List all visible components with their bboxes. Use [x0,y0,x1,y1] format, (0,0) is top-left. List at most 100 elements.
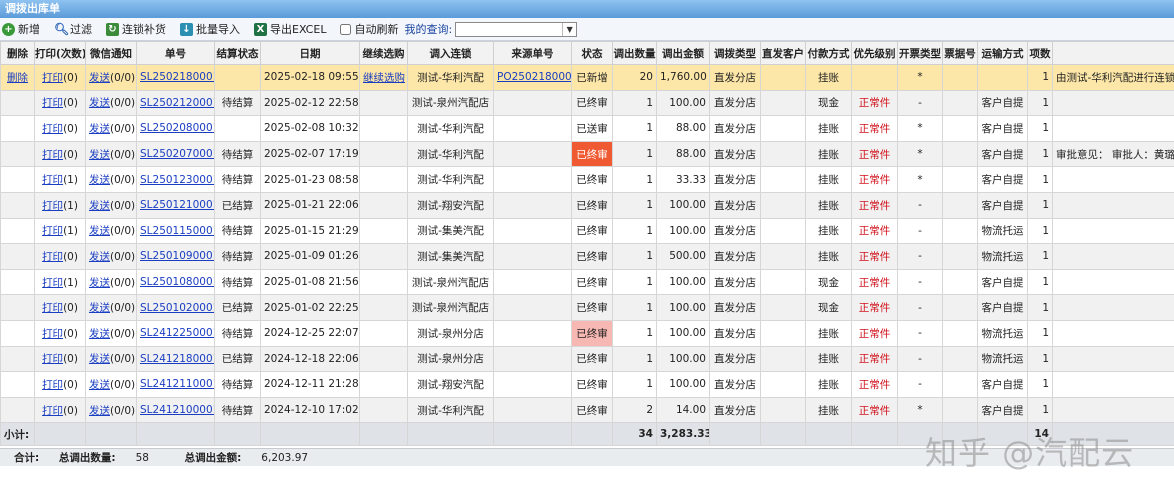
column-header[interactable]: 调出金额 [656,41,710,65]
column-header[interactable]: 打印(次数) [34,41,86,65]
order-no-link[interactable]: SL2502180001 [140,71,214,83]
wechat-send-link[interactable]: 发送 [89,328,110,340]
order-no-link[interactable]: SL2412110001 [140,378,214,390]
table-row[interactable]: 打印(0) 发送(0/0) SL2502070001 待结算 2025-02-07 17… [0,140,1174,168]
note-cell [1052,345,1174,373]
wechat-send-link[interactable]: 发送 [89,174,110,186]
column-header[interactable]: 日期 [260,41,360,65]
column-header[interactable]: 单号 [136,41,215,65]
column-header[interactable]: 调入连锁 [407,41,494,65]
print-link[interactable]: 打印 [42,379,63,391]
delete-link[interactable]: 删除 [7,72,28,84]
column-header[interactable]: 来源单号 [493,41,572,65]
order-no-link[interactable]: SL2502080001 [140,122,214,134]
import-button[interactable]: ↓ 批量导入 [180,21,240,37]
direct-customer-cell [760,243,806,270]
print-link[interactable]: 打印 [42,302,63,314]
column-header[interactable]: 直发客户 [760,41,806,65]
settle-status-cell: 已结算 [214,294,261,321]
table-row[interactable]: 打印(0) 发送(0/0) SL2502080001 2025-02-08 10:32… [0,115,1174,142]
table-row[interactable]: 打印(0) 发送(0/0) SL2412110001 待结算 2024-12-11 21… [0,371,1174,398]
total-amount-label: 总调出金额: [184,452,242,464]
priority-cell: 正常件 [851,166,898,193]
order-no-link[interactable]: SL2412250001 [140,327,214,339]
column-header[interactable]: 票据号 [942,41,978,65]
print-link[interactable]: 打印 [42,97,63,109]
wechat-send-link[interactable]: 发送 [89,97,110,109]
wechat-send-link[interactable]: 发送 [89,225,110,237]
table-row[interactable]: 打印(0) 发送(0/0) SL2501020001 已结算 2025-01-02 22… [0,294,1174,321]
continue-shopping-cell [359,268,408,296]
column-header[interactable]: 状态 [571,41,613,65]
print-link[interactable]: 打印 [42,328,63,340]
wechat-count: (0/0) [110,122,136,135]
chevron-down-icon[interactable]: ▼ [562,22,576,36]
order-no-link[interactable]: SL2501020001 [140,302,214,314]
table-row[interactable]: 打印(1) 发送(0/0) SL2501230001 待结算 2025-01-23 08… [0,166,1174,193]
column-header[interactable]: 付款方式 [805,41,852,65]
column-header[interactable] [1052,41,1174,65]
wechat-cell: 发送(0/0) [85,243,137,270]
column-header[interactable]: 结算状态 [214,41,261,65]
table-row[interactable]: 打印(0) 发送(0/0) SL2412180001 已结算 2024-12-18 22… [0,345,1174,373]
column-header[interactable]: 调拨类型 [709,41,761,65]
export-excel-button[interactable]: X 导出EXCEL [254,21,326,37]
wechat-send-link[interactable]: 发送 [89,123,110,135]
column-header[interactable]: 运输方式 [977,41,1028,65]
continue-shopping-link[interactable]: 继续选购 [363,72,405,84]
auto-refresh-toggle[interactable]: 自动刷新 [340,21,398,37]
order-no-link[interactable]: SL2502120001 [140,97,214,109]
print-link[interactable]: 打印 [42,405,63,417]
print-link[interactable]: 打印 [42,353,63,365]
wechat-send-link[interactable]: 发送 [89,302,110,314]
delete-cell [0,396,35,424]
order-no-link[interactable]: SL2412100001 [140,404,214,416]
wechat-send-link[interactable]: 发送 [89,379,110,391]
order-no-link[interactable]: SL2501080001 [140,276,214,288]
table-row[interactable]: 打印(1) 发送(0/0) SL2501150001 待结算 2025-01-15 21… [0,217,1174,245]
wechat-send-link[interactable]: 发送 [89,149,110,161]
column-header[interactable]: 微信通知 [85,41,137,65]
wechat-send-link[interactable]: 发送 [89,251,110,263]
table-row[interactable]: 打印(0) 发送(0/0) SL2412250001 待结算 2024-12-25 22… [0,319,1174,347]
add-button[interactable]: + 新增 [2,21,40,37]
replenish-button[interactable]: ↻ 连锁补货 [106,21,166,37]
table-row[interactable]: 打印(1) 发送(0/0) SL2501080001 待结算 2025-01-08 21… [0,268,1174,296]
table-row[interactable]: 打印(1) 发送(0/0) SL2501210001 已结算 2025-01-21 22… [0,191,1174,219]
column-header[interactable]: 开票类型 [897,41,943,65]
print-link[interactable]: 打印 [42,123,63,135]
source-no-link[interactable]: PO2502180001 [497,71,571,83]
filter-button[interactable]: 🔍︎ 过滤 [54,21,92,37]
print-link[interactable]: 打印 [42,277,63,289]
print-link[interactable]: 打印 [42,200,63,212]
table-row[interactable]: 删除 打印(0) 发送(0/0) SL2502180001 2025-02-18 09:… [0,64,1174,91]
transfer-type-cell: 直发分店 [709,89,761,117]
wechat-send-link[interactable]: 发送 [89,353,110,365]
table-row[interactable]: 打印(0) 发送(0/0) SL2412100001 待结算 2024-12-10 17… [0,396,1174,424]
column-header[interactable]: 项数 [1027,41,1053,65]
order-no-link[interactable]: SL2412180001 [140,353,214,365]
print-link[interactable]: 打印 [42,251,63,263]
column-header[interactable]: 调出数量 [612,41,657,65]
order-no-link[interactable]: SL2501090001 [140,250,214,262]
wechat-send-link[interactable]: 发送 [89,277,110,289]
print-link[interactable]: 打印 [42,72,63,84]
print-link[interactable]: 打印 [42,174,63,186]
table-row[interactable]: 打印(0) 发送(0/0) SL2501090001 待结算 2025-01-09 01… [0,243,1174,270]
amount-cell: 100.00 [656,294,710,321]
order-no-link[interactable]: SL2501150001 [140,225,214,237]
print-link[interactable]: 打印 [42,225,63,237]
query-select[interactable]: ▼ [455,21,578,37]
table-row[interactable]: 打印(0) 发送(0/0) SL2502120001 待结算 2025-02-12 22… [0,89,1174,117]
print-link[interactable]: 打印 [42,149,63,161]
order-no-link[interactable]: SL2501230001 [140,174,214,186]
column-header[interactable]: 优先级别 [851,41,898,65]
order-no-link[interactable]: SL2502070001 [140,148,214,160]
wechat-send-link[interactable]: 发送 [89,72,110,84]
auto-refresh-checkbox[interactable] [340,23,352,35]
order-no-link[interactable]: SL2501210001 [140,199,214,211]
column-header[interactable]: 继续选购 [359,41,408,65]
wechat-send-link[interactable]: 发送 [89,405,110,417]
column-header[interactable]: 删除 [0,41,35,65]
wechat-send-link[interactable]: 发送 [89,200,110,212]
